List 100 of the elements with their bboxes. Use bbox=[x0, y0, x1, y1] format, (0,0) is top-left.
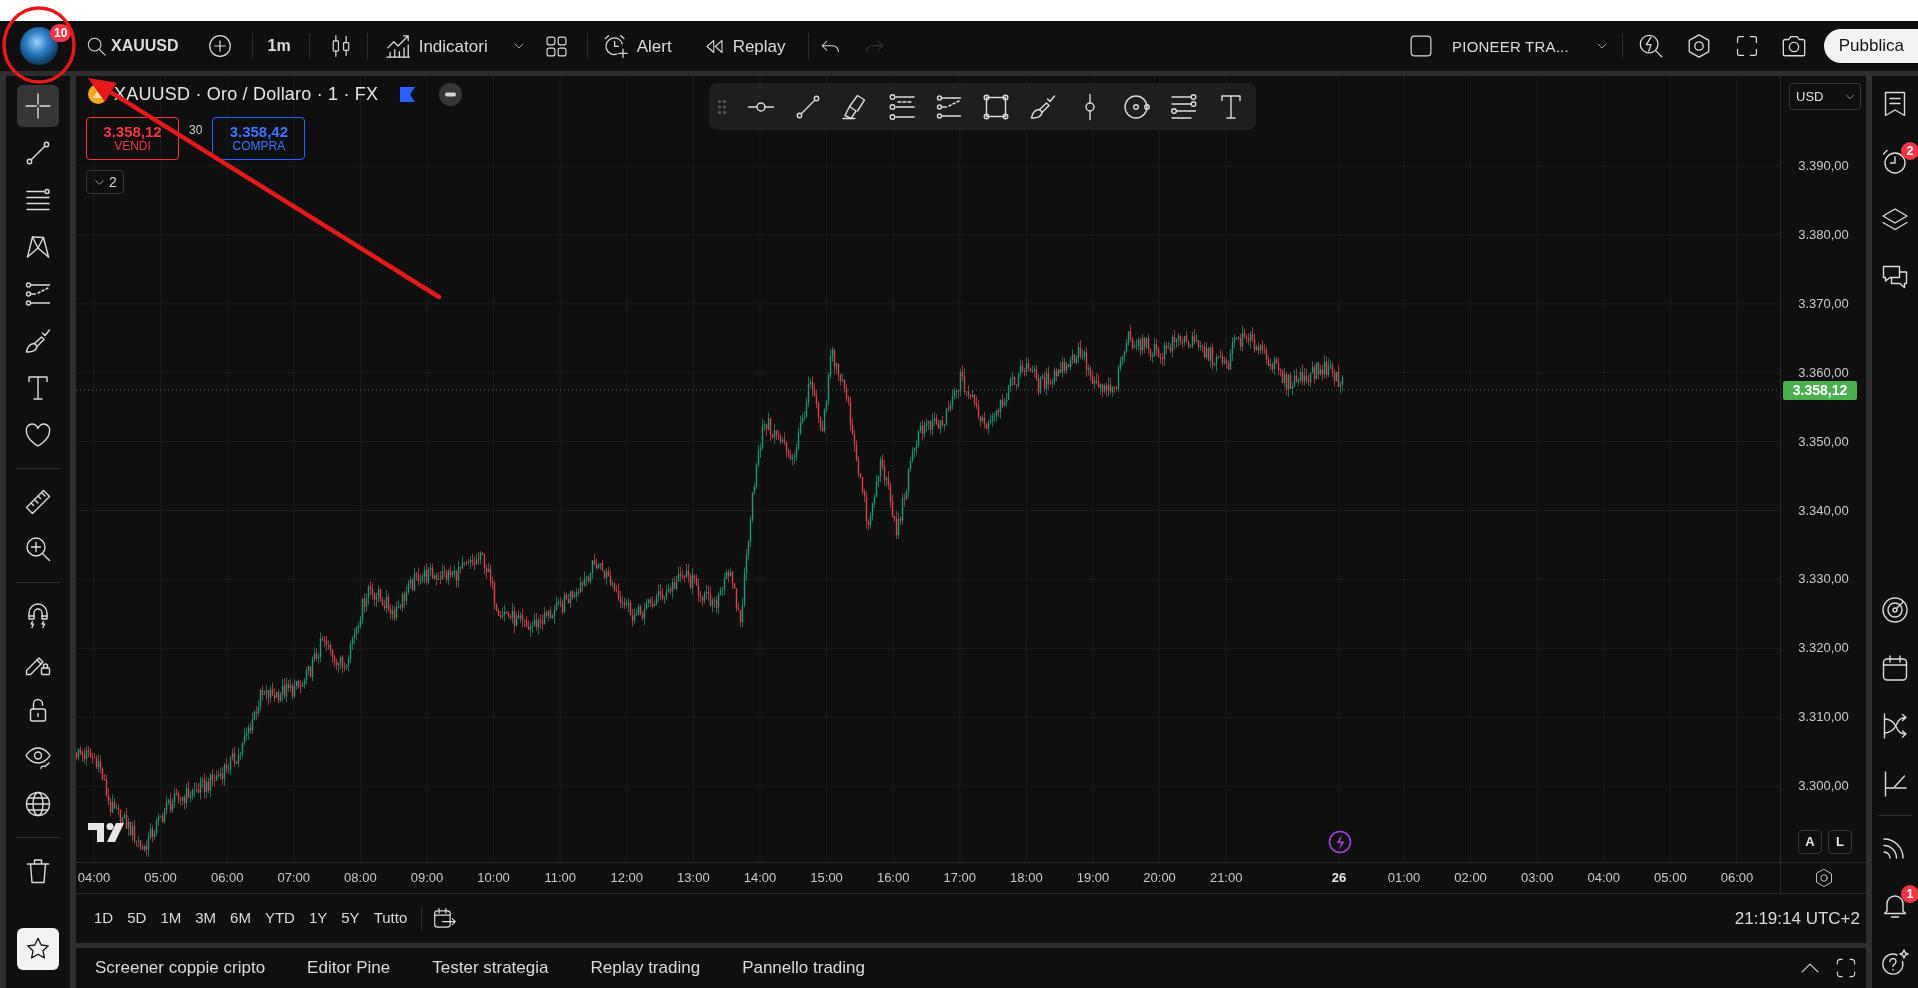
time-label: 05:00 bbox=[143, 871, 178, 885]
help-sparkle-icon[interactable] bbox=[1881, 949, 1909, 977]
panel-tab[interactable]: Replay trading bbox=[579, 951, 712, 985]
trash-icon[interactable] bbox=[24, 857, 52, 885]
range-button[interactable]: 6M bbox=[223, 903, 258, 934]
range-button[interactable]: 5D bbox=[120, 903, 154, 934]
forecast-lines-icon[interactable] bbox=[24, 280, 52, 308]
symbol-title: XAUUSD · Oro / Dollaro · 1 · FX bbox=[114, 82, 379, 106]
time-label: 12:00 bbox=[609, 871, 645, 885]
alarm-clock-plus-icon[interactable] bbox=[602, 33, 629, 59]
time-label: 15:00 bbox=[809, 871, 844, 885]
range-button[interactable]: YTD bbox=[257, 903, 302, 934]
publish-button[interactable]: Pubblica bbox=[1823, 29, 1918, 63]
line-icon[interactable] bbox=[24, 139, 52, 167]
alarm-clock-button[interactable]: 2 bbox=[1873, 140, 1917, 184]
grid-icon[interactable] bbox=[544, 34, 568, 58]
brush-icon[interactable] bbox=[24, 327, 52, 355]
last-price-label: 3.358,12 bbox=[1783, 381, 1857, 400]
indicators-button[interactable]: Indicatori bbox=[376, 27, 496, 65]
heart-icon[interactable] bbox=[24, 421, 52, 449]
minus-circle-icon[interactable] bbox=[439, 82, 463, 106]
time-label: 16:00 bbox=[875, 871, 911, 885]
camera-icon[interactable] bbox=[1780, 33, 1807, 59]
time-label: 04:00 bbox=[1586, 871, 1622, 885]
indicators-toggle-button[interactable]: 2 bbox=[86, 170, 124, 194]
price-label: 3.340,00 bbox=[1797, 503, 1850, 518]
target-icon[interactable] bbox=[1881, 596, 1909, 624]
price-label: 3.310,00 bbox=[1797, 710, 1850, 725]
time-label: 09:00 bbox=[409, 871, 445, 885]
time-label: 19:00 bbox=[1075, 871, 1111, 885]
price-label: 3.330,00 bbox=[1797, 572, 1850, 587]
time-label: 07:00 bbox=[276, 871, 312, 885]
time-label: 04:00 bbox=[76, 871, 112, 885]
time-label: 13:00 bbox=[676, 871, 711, 885]
time-label: 26 bbox=[1330, 871, 1348, 885]
range-button[interactable]: 1D bbox=[87, 903, 121, 934]
crosshair-icon[interactable] bbox=[24, 92, 52, 120]
range-button[interactable]: 1Y bbox=[301, 903, 335, 934]
interval-button[interactable]: 1m bbox=[259, 27, 299, 65]
spread-value: 30 bbox=[189, 123, 203, 137]
price-label: 3.300,00 bbox=[1797, 779, 1850, 794]
time-label: 17:00 bbox=[942, 871, 978, 885]
count-badge: 2 bbox=[1901, 142, 1918, 160]
grip-icon[interactable] bbox=[718, 99, 726, 114]
lightning-magnifier-icon[interactable] bbox=[1637, 33, 1664, 59]
alert-button[interactable]: Alert bbox=[594, 27, 680, 65]
zigzag-pattern-icon[interactable] bbox=[24, 233, 52, 261]
time-label: 02:00 bbox=[1453, 871, 1488, 885]
time-label: 18:00 bbox=[1009, 871, 1044, 885]
time-label: 21:00 bbox=[1208, 871, 1244, 885]
time-label: 10:00 bbox=[476, 871, 511, 885]
time-label: 01:00 bbox=[1386, 871, 1422, 885]
panel-tab[interactable]: Pannello trading bbox=[731, 951, 876, 985]
clock-label: 21:19:14 UTC+2 bbox=[1734, 907, 1860, 930]
crossing-arrows-icon[interactable] bbox=[1881, 712, 1909, 740]
alarm-clock-icon[interactable] bbox=[1881, 148, 1909, 176]
price-label: 3.380,00 bbox=[1797, 227, 1850, 242]
lightning-icon[interactable] bbox=[1328, 830, 1352, 854]
search-icon[interactable] bbox=[86, 35, 107, 57]
count-badge: 1 bbox=[1901, 885, 1918, 903]
buy-button[interactable]: 3.358,42 COMPRA bbox=[212, 117, 306, 160]
range-button[interactable]: 1M bbox=[153, 903, 189, 934]
range-button[interactable]: 5Y bbox=[334, 903, 367, 934]
panel-tab[interactable]: Tester strategia bbox=[421, 951, 560, 985]
panel-tab[interactable]: Screener coppie cripto bbox=[84, 951, 277, 985]
fullscreen-icon[interactable] bbox=[1734, 34, 1759, 58]
price-label: 3.360,00 bbox=[1797, 365, 1850, 380]
flag-icon[interactable] bbox=[400, 86, 416, 102]
sell-button[interactable]: 3.358,12 VENDI bbox=[86, 117, 179, 160]
panel-tab[interactable]: Editor Pine bbox=[296, 951, 402, 985]
price-label: 3.370,00 bbox=[1797, 296, 1850, 311]
time-label: 06:00 bbox=[209, 871, 245, 885]
plus-icon[interactable] bbox=[207, 34, 232, 58]
globe-icon[interactable] bbox=[24, 790, 52, 818]
symbol-search-button[interactable]: XAUUSD bbox=[78, 27, 187, 65]
bell-button[interactable]: 1 bbox=[1873, 883, 1917, 927]
replay-button[interactable]: Replay bbox=[695, 27, 794, 65]
bar-chart-icon[interactable] bbox=[384, 33, 411, 59]
zoom-in-icon[interactable] bbox=[24, 535, 52, 563]
range-button[interactable]: 3M bbox=[188, 903, 224, 934]
currency-dropdown[interactable]: USD bbox=[1789, 83, 1861, 110]
time-label: 03:00 bbox=[1519, 871, 1555, 885]
time-label: 06:00 bbox=[1719, 871, 1755, 885]
range-button[interactable]: Tutto bbox=[366, 903, 415, 934]
calendar-icon[interactable] bbox=[1881, 654, 1909, 682]
scale-button[interactable]: L bbox=[1828, 830, 1852, 854]
time-label: 20:00 bbox=[1142, 871, 1177, 885]
logo-icon bbox=[88, 823, 124, 842]
layout-menu-button[interactable]: PIONEER TRA... bbox=[1444, 27, 1617, 65]
price-label: 3.350,00 bbox=[1797, 434, 1850, 449]
time-label: 14:00 bbox=[742, 871, 778, 885]
square-icon[interactable] bbox=[1409, 34, 1434, 58]
time-label: 11:00 bbox=[543, 871, 577, 885]
scale-button[interactable]: A bbox=[1798, 830, 1822, 854]
crosshair-button[interactable] bbox=[17, 85, 59, 127]
price-label: 3.390,00 bbox=[1797, 159, 1850, 173]
favorites-button[interactable] bbox=[17, 928, 59, 970]
ruler-icon[interactable] bbox=[24, 488, 52, 516]
time-label: 05:00 bbox=[1653, 871, 1688, 885]
time-label: 08:00 bbox=[343, 871, 378, 885]
